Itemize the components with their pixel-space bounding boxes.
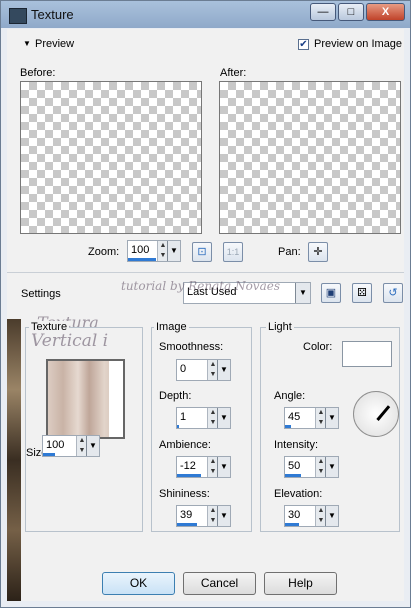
angle-label: Angle: bbox=[274, 390, 306, 402]
texture-group-title: Texture bbox=[29, 321, 70, 333]
save-preset-icon[interactable]: ▣ bbox=[321, 283, 341, 303]
intensity-value: 50 bbox=[288, 460, 301, 472]
maximize-button[interactable]: □ bbox=[338, 3, 364, 21]
divider bbox=[7, 272, 404, 273]
pan-label: Pan: bbox=[278, 246, 301, 258]
ambience-value: -12 bbox=[180, 460, 196, 472]
angle-dial[interactable] bbox=[353, 391, 399, 437]
ambience-dropdown-icon[interactable]: ▼ bbox=[217, 457, 230, 477]
window-title: Texture bbox=[31, 7, 74, 22]
watermark-credit: tutorial by Renata Novaes bbox=[121, 279, 280, 293]
preview-on-image-label: Preview on Image bbox=[314, 38, 403, 50]
elevation-field[interactable]: 30 ▲ ▼ ▼ bbox=[284, 505, 339, 527]
shininess-label: Shininess: bbox=[159, 488, 210, 500]
angle-bar bbox=[285, 425, 291, 428]
size-value: 100 bbox=[46, 439, 65, 451]
intensity-dropdown-icon[interactable]: ▼ bbox=[325, 457, 338, 477]
smoothness-dropdown-icon[interactable]: ▼ bbox=[217, 360, 230, 380]
angle-value: 45 bbox=[288, 411, 301, 423]
zoom-dropdown-icon[interactable]: ▼ bbox=[167, 241, 180, 261]
image-group-title: Image bbox=[154, 321, 189, 333]
shininess-dropdown-icon[interactable]: ▼ bbox=[217, 506, 230, 526]
texture-swatch-edge bbox=[109, 361, 123, 437]
app-icon bbox=[9, 8, 27, 24]
zoom-label: Zoom: bbox=[88, 246, 120, 258]
after-preview[interactable] bbox=[219, 81, 401, 234]
depth-label: Depth: bbox=[159, 390, 192, 402]
pan-icon[interactable]: ✛ bbox=[308, 242, 328, 262]
intensity-field[interactable]: 50 ▲ ▼ ▼ bbox=[284, 456, 339, 478]
smoothness-value: 0 bbox=[180, 363, 187, 375]
depth-bar bbox=[177, 425, 179, 428]
ambience-label: Ambience: bbox=[159, 439, 211, 451]
color-label: Color: bbox=[303, 341, 333, 353]
ok-button[interactable]: OK bbox=[102, 572, 175, 595]
settings-label: Settings bbox=[21, 288, 61, 300]
elevation-bar bbox=[285, 523, 299, 526]
elevation-dropdown-icon[interactable]: ▼ bbox=[325, 506, 338, 526]
minimize-button[interactable]: — bbox=[310, 3, 336, 21]
intensity-label: Intensity: bbox=[274, 439, 319, 451]
background-photo-strip bbox=[7, 319, 21, 601]
shininess-field[interactable]: 39 ▲ ▼ ▼ bbox=[176, 505, 231, 527]
zoom-value: 100 bbox=[131, 244, 150, 256]
reset-arrow-icon[interactable]: ↺ bbox=[383, 283, 403, 303]
texture-swatch[interactable] bbox=[46, 359, 125, 439]
smoothness-label: Smoothness: bbox=[159, 341, 224, 353]
shininess-bar bbox=[177, 523, 197, 526]
ambience-bar bbox=[177, 474, 201, 477]
dialog-body: ▼ Preview ✔ Preview on Image Before: Aft… bbox=[7, 29, 404, 601]
texture-dialog: Texture — □ X ▼ Preview ✔ Preview on Ima… bbox=[0, 0, 411, 608]
elevation-value: 30 bbox=[288, 509, 301, 521]
size-bar bbox=[43, 453, 55, 456]
depth-field[interactable]: 1 ▲ ▼ ▼ bbox=[176, 407, 231, 429]
size-field[interactable]: 100 ▲ ▼ ▼ bbox=[42, 435, 100, 457]
preview-header[interactable]: Preview bbox=[35, 38, 74, 50]
depth-dropdown-icon[interactable]: ▼ bbox=[217, 408, 230, 428]
before-label: Before: bbox=[20, 67, 56, 79]
before-preview[interactable] bbox=[20, 81, 202, 234]
angle-pointer bbox=[376, 405, 391, 421]
close-button[interactable]: X bbox=[366, 3, 405, 21]
smoothness-field[interactable]: 0 ▲ ▼ ▼ bbox=[176, 359, 231, 381]
intensity-bar bbox=[285, 474, 301, 477]
zoom-field[interactable]: 100 ▲ ▼ ▼ bbox=[127, 240, 181, 262]
help-button[interactable]: Help bbox=[264, 572, 337, 595]
ambience-field[interactable]: -12 ▲ ▼ ▼ bbox=[176, 456, 231, 478]
light-group-title: Light bbox=[266, 321, 294, 333]
shininess-value: 39 bbox=[180, 509, 193, 521]
preview-on-image-checkbox[interactable]: ✔ bbox=[298, 39, 309, 50]
zoom-actual-size-icon: 1:1 bbox=[223, 242, 243, 262]
elevation-label: Elevation: bbox=[274, 488, 323, 500]
cancel-button[interactable]: Cancel bbox=[183, 572, 256, 595]
light-color-swatch[interactable] bbox=[342, 341, 392, 367]
zoom-bar bbox=[128, 258, 156, 261]
size-dropdown-icon[interactable]: ▼ bbox=[86, 436, 99, 456]
zoom-to-fit-icon[interactable]: ⊡ bbox=[192, 242, 212, 262]
angle-field[interactable]: 45 ▲ ▼ ▼ bbox=[284, 407, 339, 429]
collapse-triangle-icon[interactable]: ▼ bbox=[23, 39, 31, 48]
after-label: After: bbox=[220, 67, 247, 79]
depth-value: 1 bbox=[180, 411, 187, 423]
angle-dropdown-icon[interactable]: ▼ bbox=[325, 408, 338, 428]
title-bar[interactable]: Texture — □ X bbox=[1, 1, 410, 28]
randomize-dice-icon[interactable]: ⚄ bbox=[352, 283, 372, 303]
preset-dropdown-icon[interactable]: ▼ bbox=[295, 283, 310, 303]
image-group bbox=[151, 327, 252, 532]
